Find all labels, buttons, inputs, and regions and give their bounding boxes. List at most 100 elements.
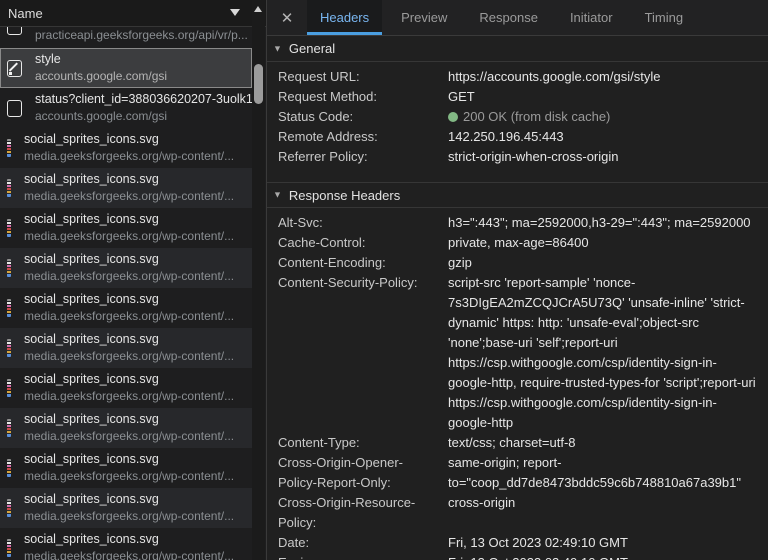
request-name: social_sprites_icons.svg [24, 211, 234, 228]
general-section-header[interactable]: ▼ General [267, 36, 768, 62]
headers-content: ▼ General Request URL: https://accounts.… [267, 36, 768, 560]
network-request-row[interactable]: social_sprites_icons.svg media.geeksforg… [0, 408, 252, 448]
request-type-icon [7, 379, 11, 397]
header-name: Referrer Policy: [278, 147, 448, 167]
request-type-icon [7, 299, 11, 317]
header-row: Alt-Svc: h3=":443"; ma=2592000,h3-29=":4… [278, 213, 768, 233]
header-row: Cross-Origin-Opener-Policy-Report-Only: … [278, 453, 768, 493]
collapse-caret-icon: ▼ [273, 43, 282, 53]
name-column-header[interactable]: Name [0, 0, 266, 27]
tab-label: Response [479, 10, 538, 25]
header-name: Cross-Origin-Resource-Policy: [278, 493, 448, 533]
header-name: Request URL: [278, 67, 448, 87]
network-request-row[interactable]: social_sprites_icons.svg media.geeksforg… [0, 528, 252, 560]
header-row: Content-Encoding: gzip [278, 253, 768, 273]
scrollbar-thumb[interactable] [254, 64, 263, 104]
request-domain: accounts.google.com/gsi [35, 108, 252, 125]
header-value: Fri, 13 Oct 2023 02:49:10 GMT [448, 555, 628, 560]
request-name: social_sprites_icons.svg [24, 331, 234, 348]
request-domain: media.geeksforgeeks.org/wp-content/... [24, 308, 234, 325]
header-value: script-src 'report-sample' 'nonce-7s3DIg… [448, 275, 756, 430]
header-value: text/css; charset=utf-8 [448, 435, 576, 450]
request-domain: accounts.google.com/gsi [35, 68, 167, 85]
header-row: Content-Type: text/css; charset=utf-8 [278, 433, 768, 453]
network-request-row[interactable]: status?client_id=388036620207-3uolk1... … [0, 88, 252, 128]
request-type-icon [7, 179, 11, 197]
close-detail-button[interactable]: ✕ [270, 0, 304, 35]
request-name: social_sprites_icons.svg [24, 371, 234, 388]
general-section: ▼ General Request URL: https://accounts.… [267, 36, 768, 169]
section-title: General [289, 41, 335, 56]
network-request-row[interactable]: social_sprites_icons.svg media.geeksforg… [0, 128, 252, 168]
network-request-row[interactable]: social_sprites_icons.svg media.geeksforg… [0, 288, 252, 328]
network-request-row[interactable]: social_sprites_icons.svg media.geeksforg… [0, 488, 252, 528]
header-row: Status Code: 200 OK (from disk cache) [278, 107, 768, 127]
header-row: Request URL: https://accounts.google.com… [278, 67, 768, 87]
network-request-row[interactable]: social_sprites_icons.svg media.geeksforg… [0, 448, 252, 488]
network-request-row[interactable]: social_sprites_icons.svg media.geeksforg… [0, 368, 252, 408]
request-type-icon [7, 219, 11, 237]
response-headers-section-header[interactable]: ▼ Response Headers [267, 182, 768, 208]
detail-tabbar: ✕ Headers Preview Response Initiator Tim… [267, 0, 768, 36]
tab-label: Timing [645, 10, 684, 25]
request-type-icon [7, 459, 11, 477]
header-name: Cache-Control: [278, 233, 448, 253]
tab-headers[interactable]: Headers [307, 0, 382, 35]
request-domain: media.geeksforgeeks.org/wp-content/... [24, 428, 234, 445]
header-row: Content-Security-Policy: script-src 'rep… [278, 273, 768, 433]
header-value: gzip [448, 255, 472, 270]
network-request-row[interactable]: practiceapi.geeksforgeeks.org/api/vr/p..… [0, 27, 252, 48]
request-type-icon [7, 539, 11, 557]
request-name: social_sprites_icons.svg [24, 531, 234, 548]
header-row: Cross-Origin-Resource-Policy: cross-orig… [278, 493, 768, 533]
network-request-row[interactable]: social_sprites_icons.svg media.geeksforg… [0, 248, 252, 288]
request-domain: media.geeksforgeeks.org/wp-content/... [24, 348, 234, 365]
request-detail-panel: ✕ Headers Preview Response Initiator Tim… [267, 0, 768, 560]
network-request-row[interactable]: social_sprites_icons.svg media.geeksforg… [0, 168, 252, 208]
header-value: https://accounts.google.com/gsi/style [448, 69, 660, 84]
header-value: Fri, 13 Oct 2023 02:49:10 GMT [448, 535, 628, 550]
header-row: Date: Fri, 13 Oct 2023 02:49:10 GMT [278, 533, 768, 553]
scrollbar-up-icon[interactable] [254, 6, 262, 12]
header-value: h3=":443"; ma=2592000,h3-29=":443"; ma=2… [448, 215, 751, 230]
header-name: Content-Type: [278, 433, 448, 453]
tab-response[interactable]: Response [466, 0, 551, 35]
request-name: style [35, 51, 167, 68]
network-request-row[interactable]: social_sprites_icons.svg media.geeksforg… [0, 208, 252, 248]
tab-initiator[interactable]: Initiator [557, 0, 626, 35]
request-name: social_sprites_icons.svg [24, 291, 234, 308]
name-column-label: Name [8, 6, 43, 21]
network-request-row[interactable]: style accounts.google.com/gsi [0, 48, 252, 88]
request-name: social_sprites_icons.svg [24, 171, 234, 188]
request-domain: media.geeksforgeeks.org/wp-content/... [24, 508, 234, 525]
header-value: private, max-age=86400 [448, 235, 589, 250]
header-name: Expires: [278, 553, 448, 560]
request-domain: media.geeksforgeeks.org/wp-content/... [24, 228, 234, 245]
request-name: social_sprites_icons.svg [24, 131, 234, 148]
devtools-network-panel: Name practiceapi.geeksforgeeks.org/api/v… [0, 0, 768, 560]
header-value: same-origin; report-to="coop_dd7de8473bd… [448, 455, 741, 490]
header-name: Alt-Svc: [278, 213, 448, 233]
network-request-row[interactable]: social_sprites_icons.svg media.geeksforg… [0, 328, 252, 368]
header-name: Status Code: [278, 107, 448, 127]
filter-dropdown-icon[interactable] [230, 9, 240, 16]
tab-preview[interactable]: Preview [388, 0, 460, 35]
header-row: Request Method: GET [278, 87, 768, 107]
request-list-scrollbar[interactable] [252, 0, 265, 560]
response-headers-section: ▼ Response Headers Alt-Svc: h3=":443"; m… [267, 182, 768, 560]
tab-timing[interactable]: Timing [632, 0, 697, 35]
request-type-icon [7, 419, 11, 437]
request-name: social_sprites_icons.svg [24, 451, 234, 468]
request-type-icon [7, 499, 11, 517]
request-domain: media.geeksforgeeks.org/wp-content/... [24, 268, 234, 285]
request-domain: media.geeksforgeeks.org/wp-content/... [24, 468, 234, 485]
header-value: cross-origin [448, 495, 515, 510]
request-type-icon [7, 139, 11, 157]
request-rows: practiceapi.geeksforgeeks.org/api/vr/p..… [0, 27, 252, 560]
request-type-icon [7, 60, 22, 77]
header-name: Date: [278, 533, 448, 553]
header-name: Content-Security-Policy: [278, 273, 448, 433]
header-value: GET [448, 89, 475, 104]
tab-label: Initiator [570, 10, 613, 25]
request-type-icon [7, 339, 11, 357]
